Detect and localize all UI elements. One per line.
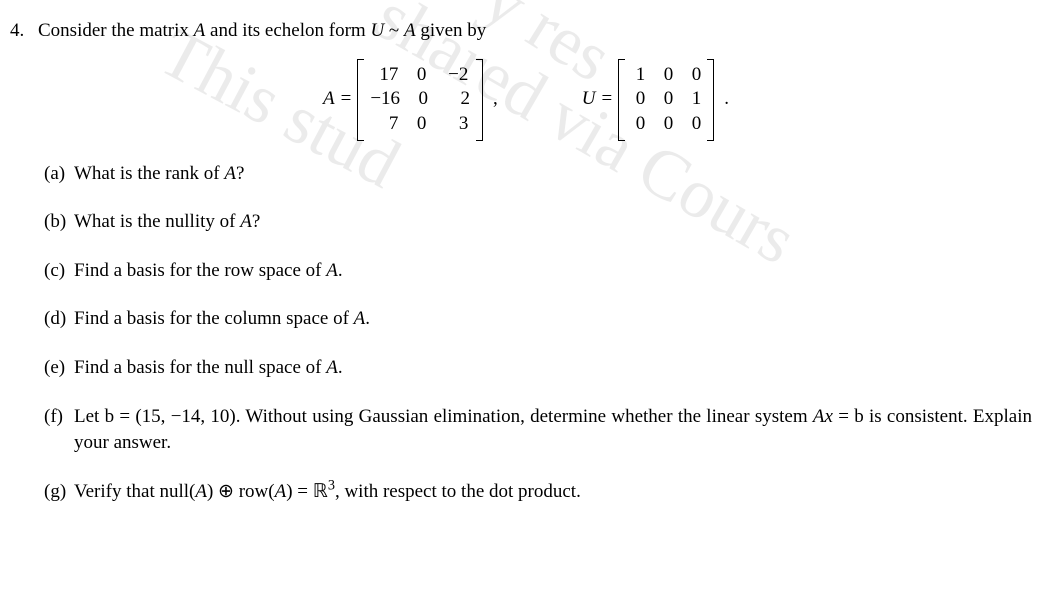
- cell: 0: [687, 112, 701, 137]
- cell: 0: [412, 112, 426, 137]
- var-b: b: [105, 406, 115, 427]
- sub-label: (g): [44, 479, 74, 506]
- cell: 1: [687, 87, 701, 112]
- text: given by: [416, 20, 487, 41]
- matrix-U: 1 0 0 0 0 1 0 0 0: [618, 59, 714, 141]
- text: What is the nullity of: [74, 211, 240, 232]
- text: .: [338, 357, 343, 378]
- var-U: U: [370, 20, 384, 41]
- text: .: [338, 260, 343, 281]
- sub-g: (g) Verify that null(A) ⊕ row(A) = ℝ3, w…: [44, 479, 1042, 506]
- sub-label: (f): [44, 404, 74, 457]
- var-A: A: [404, 20, 416, 41]
- problem-statement: Consider the matrix A and its echelon fo…: [38, 18, 1042, 45]
- cell: 1: [631, 63, 645, 88]
- var: A: [195, 481, 207, 502]
- text: ?: [252, 211, 260, 232]
- problem-number: 4.: [10, 18, 38, 45]
- sub-label: (c): [44, 258, 74, 285]
- text: ~: [384, 20, 404, 41]
- var-b: b: [854, 406, 864, 427]
- text: What is the rank of: [74, 163, 224, 184]
- matrix-A: 17 0 −2 −16 0 2 7 0 3: [357, 59, 483, 141]
- sub-label: (e): [44, 355, 74, 382]
- cell: 0: [414, 87, 428, 112]
- sub-label: (b): [44, 209, 74, 236]
- cell: 0: [631, 87, 645, 112]
- text: Verify that null(: [74, 481, 195, 502]
- equals: =: [602, 86, 613, 113]
- text: .: [365, 308, 370, 329]
- text: , with respect to the dot product.: [335, 481, 581, 502]
- text: = (15, −14, 10). Without using Gaussian …: [114, 406, 813, 427]
- cell: 7: [370, 112, 398, 137]
- text: ) =: [286, 481, 313, 502]
- cell: 0: [659, 112, 673, 137]
- cell: 0: [687, 63, 701, 88]
- text: ) ⊕ row(: [207, 481, 275, 502]
- cell: −16: [370, 87, 400, 112]
- text: and its echelon form: [205, 20, 370, 41]
- cell: 17: [370, 63, 398, 88]
- bracket-icon: [357, 59, 364, 141]
- sub-f: (f) Let b = (15, −14, 10). Without using…: [44, 404, 1042, 457]
- text: Find a basis for the row space of: [74, 260, 326, 281]
- var: A: [354, 308, 366, 329]
- sub-label: (d): [44, 306, 74, 333]
- bracket-icon: [707, 59, 714, 141]
- exponent: 3: [328, 477, 335, 493]
- sub-a: (a) What is the rank of A?: [44, 161, 1042, 188]
- var-Ax: Ax: [813, 406, 833, 427]
- cell: 0: [412, 63, 426, 88]
- problem-intro: 4. Consider the matrix A and its echelon…: [10, 18, 1042, 45]
- var: A: [326, 260, 338, 281]
- period: .: [724, 86, 729, 113]
- text: =: [833, 406, 854, 427]
- text: Find a basis for the column space of: [74, 308, 354, 329]
- bracket-icon: [476, 59, 483, 141]
- matrix-display: A = 17 0 −2 −16 0 2 7 0 3 , U =: [10, 59, 1042, 141]
- separator: ,: [493, 86, 498, 113]
- bracket-icon: [618, 59, 625, 141]
- cell: 0: [659, 63, 673, 88]
- cell: 3: [440, 112, 468, 137]
- sub-b: (b) What is the nullity of A?: [44, 209, 1042, 236]
- sub-d: (d) Find a basis for the column space of…: [44, 306, 1042, 333]
- matrix-label-U: U: [582, 86, 596, 113]
- cell: −2: [440, 63, 468, 88]
- sub-label: (a): [44, 161, 74, 188]
- var: A: [224, 163, 236, 184]
- cell: 2: [442, 87, 470, 112]
- text: Let: [74, 406, 105, 427]
- sub-c: (c) Find a basis for the row space of A.: [44, 258, 1042, 285]
- var: A: [275, 481, 287, 502]
- real-symbol: ℝ: [313, 481, 328, 502]
- sub-e: (e) Find a basis for the null space of A…: [44, 355, 1042, 382]
- var: A: [326, 357, 338, 378]
- matrix-label-A: A: [323, 86, 335, 113]
- cell: 0: [631, 112, 645, 137]
- cell: 0: [659, 87, 673, 112]
- var: A: [240, 211, 252, 232]
- text: Find a basis for the null space of: [74, 357, 326, 378]
- text: ?: [236, 163, 244, 184]
- equals: =: [341, 86, 352, 113]
- var-A: A: [194, 20, 206, 41]
- text: Consider the matrix: [38, 20, 194, 41]
